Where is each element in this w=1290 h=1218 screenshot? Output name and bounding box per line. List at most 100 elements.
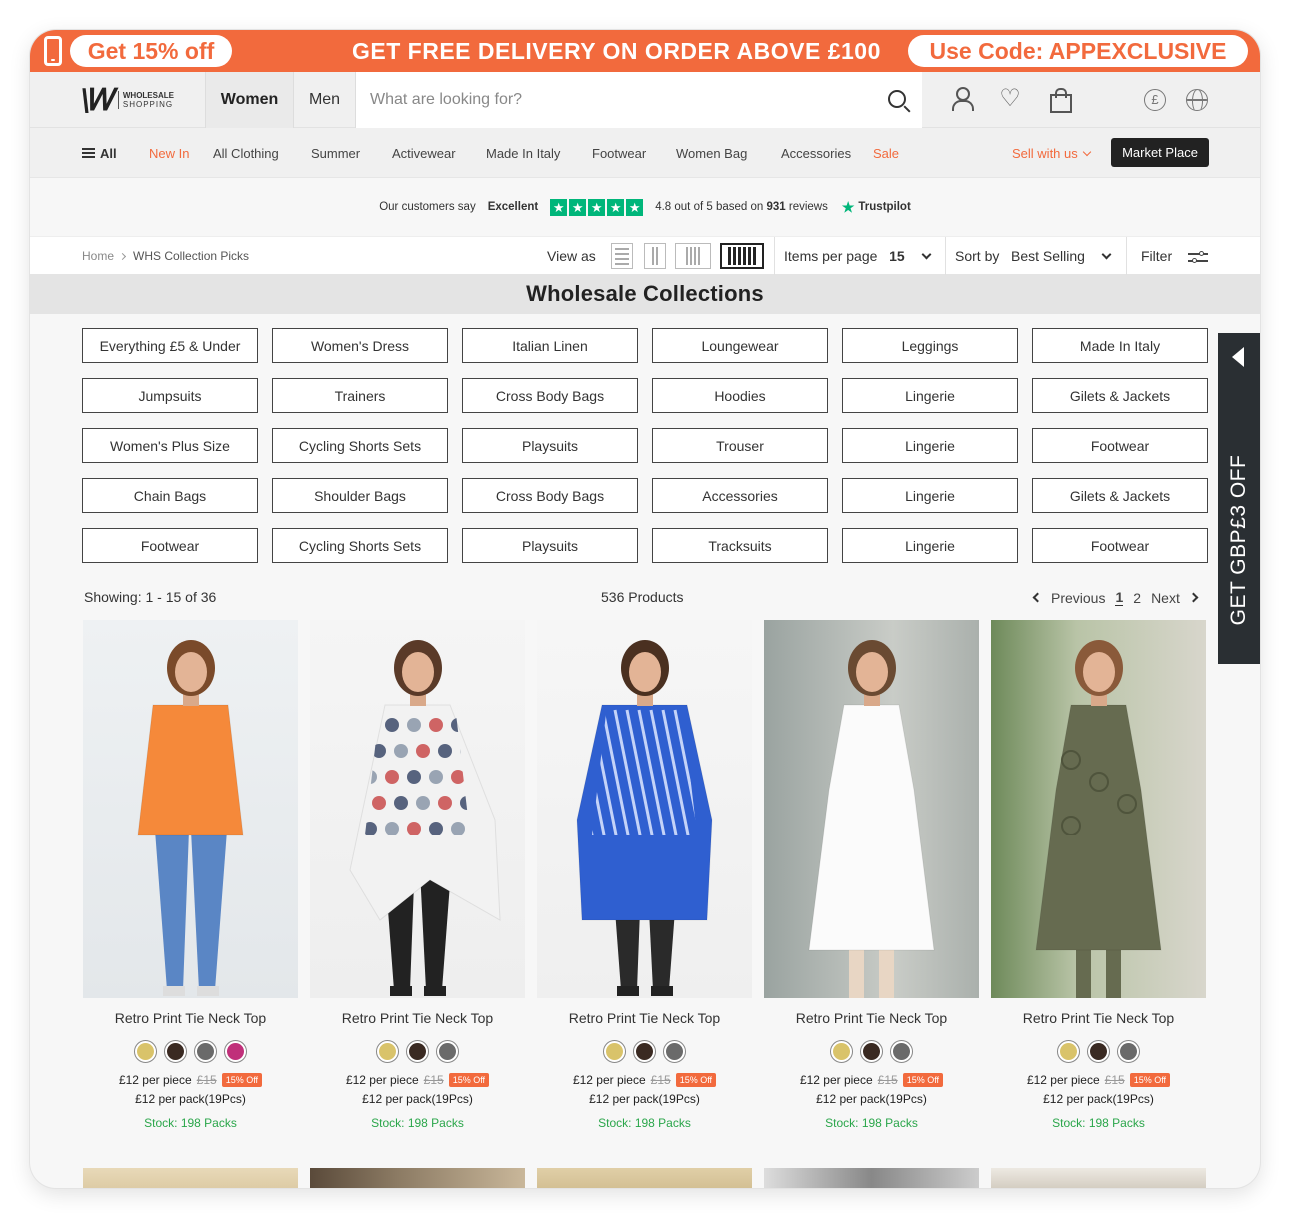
next-page-link[interactable]: Next <box>1151 590 1180 606</box>
product-title[interactable]: Retro Print Tie Neck Top <box>83 1010 298 1026</box>
search-input[interactable] <box>356 91 856 109</box>
collection-button[interactable]: Everything £5 & Under <box>82 328 258 363</box>
color-swatch[interactable] <box>194 1040 217 1063</box>
view-list-button[interactable] <box>611 243 633 269</box>
color-swatch[interactable] <box>890 1040 913 1063</box>
color-swatch[interactable] <box>1117 1040 1140 1063</box>
tab-women[interactable]: Women <box>205 72 293 128</box>
collection-button[interactable]: Footwear <box>82 528 258 563</box>
user-icon[interactable] <box>950 86 974 112</box>
product-title[interactable]: Retro Print Tie Neck Top <box>764 1010 979 1026</box>
product-image[interactable] <box>83 1168 298 1188</box>
market-place-button[interactable]: Market Place <box>1111 138 1209 167</box>
nav-item-women-bag[interactable]: Women Bag <box>676 128 747 178</box>
discount-side-tab[interactable]: GET GBP£3 OFF <box>1218 333 1260 664</box>
collection-button[interactable]: Accessories <box>652 478 828 513</box>
collection-button[interactable]: Footwear <box>1032 428 1208 463</box>
collection-button[interactable]: Lingerie <box>842 428 1018 463</box>
collection-button[interactable]: Gilets & Jackets <box>1032 378 1208 413</box>
trustpilot-strip[interactable]: Our customers say Excellent ★ ★ ★ ★ ★ 4.… <box>30 178 1260 236</box>
page-link-1[interactable]: 1 <box>1115 589 1124 606</box>
collection-button[interactable]: Tracksuits <box>652 528 828 563</box>
collection-button[interactable]: Cycling Shorts Sets <box>272 428 448 463</box>
color-swatch[interactable] <box>830 1040 853 1063</box>
collection-button[interactable]: Lingerie <box>842 478 1018 513</box>
collection-button[interactable]: Gilets & Jackets <box>1032 478 1208 513</box>
product-card[interactable]: Retro Print Tie Neck Top £12 per piece £… <box>310 620 525 1130</box>
nav-item-activewear[interactable]: Activewear <box>392 128 456 178</box>
collection-button[interactable]: Women's Plus Size <box>82 428 258 463</box>
product-image[interactable] <box>310 620 525 998</box>
collection-button[interactable]: Lingerie <box>842 378 1018 413</box>
promo-code-pill[interactable]: Use Code: APPEXCLUSIVE <box>908 35 1248 67</box>
collection-button[interactable]: Trouser <box>652 428 828 463</box>
collection-button[interactable]: Cross Body Bags <box>462 478 638 513</box>
discount-pill[interactable]: Get 15% off <box>70 35 232 67</box>
collection-button[interactable]: Playsuits <box>462 528 638 563</box>
search-icon[interactable] <box>888 90 906 108</box>
collection-button[interactable]: Trainers <box>272 378 448 413</box>
collection-button[interactable]: Playsuits <box>462 428 638 463</box>
color-swatch[interactable] <box>406 1040 429 1063</box>
color-swatch[interactable] <box>860 1040 883 1063</box>
heart-icon[interactable]: ♡ <box>998 86 1022 112</box>
color-swatch[interactable] <box>633 1040 656 1063</box>
nav-item-summer[interactable]: Summer <box>311 128 360 178</box>
product-title[interactable]: Retro Print Tie Neck Top <box>310 1010 525 1026</box>
filter-icon[interactable] <box>1188 251 1208 263</box>
product-image[interactable] <box>310 1168 525 1188</box>
product-image[interactable] <box>764 620 979 998</box>
tab-men[interactable]: Men <box>293 72 355 128</box>
collection-button[interactable]: Jumpsuits <box>82 378 258 413</box>
view-4col-button[interactable] <box>675 243 711 269</box>
product-card[interactable]: Retro Print Tie Neck Top £12 per piece £… <box>991 620 1206 1130</box>
product-card[interactable]: Retro Print Tie Neck Top £12 per piece £… <box>537 620 752 1130</box>
color-swatch[interactable] <box>663 1040 686 1063</box>
collection-button[interactable]: Italian Linen <box>462 328 638 363</box>
nav-item-made-in-italy[interactable]: Made In Italy <box>486 128 560 178</box>
bag-icon[interactable] <box>1048 86 1072 113</box>
collection-button[interactable]: Cycling Shorts Sets <box>272 528 448 563</box>
arrow-left-icon[interactable] <box>1232 347 1244 367</box>
collection-button[interactable]: Loungewear <box>652 328 828 363</box>
collection-button[interactable]: Women's Dress <box>272 328 448 363</box>
collection-button[interactable]: Hoodies <box>652 378 828 413</box>
previous-page-link[interactable]: Previous <box>1051 590 1105 606</box>
color-swatch[interactable] <box>224 1040 247 1063</box>
view-6col-button[interactable] <box>720 243 764 269</box>
nav-item-accessories[interactable]: Accessories <box>781 128 851 178</box>
site-logo[interactable]: \Ꮃ WHOLESALE SHOPPING <box>80 82 174 118</box>
color-swatch[interactable] <box>376 1040 399 1063</box>
color-swatch[interactable] <box>1087 1040 1110 1063</box>
product-card[interactable]: Retro Print Tie Neck Top £12 per piece £… <box>764 620 979 1130</box>
collection-button[interactable]: Footwear <box>1032 528 1208 563</box>
product-image[interactable] <box>537 1168 752 1188</box>
color-swatch[interactable] <box>164 1040 187 1063</box>
sort-by-select[interactable]: Sort by Best Selling <box>955 248 1112 264</box>
currency-icon[interactable]: £ <box>1144 89 1166 111</box>
collection-button[interactable]: Shoulder Bags <box>272 478 448 513</box>
view-2col-button[interactable] <box>644 243 666 269</box>
filter-label[interactable]: Filter <box>1141 248 1172 264</box>
collection-button[interactable]: Made In Italy <box>1032 328 1208 363</box>
product-image[interactable] <box>991 620 1206 998</box>
product-image[interactable] <box>991 1168 1206 1188</box>
breadcrumb-home[interactable]: Home <box>82 249 114 263</box>
chevron-right-icon[interactable] <box>1188 592 1199 603</box>
product-image[interactable] <box>83 620 298 998</box>
page-link-2[interactable]: 2 <box>1133 590 1141 606</box>
chevron-left-icon[interactable] <box>1032 592 1043 603</box>
color-swatch[interactable] <box>1057 1040 1080 1063</box>
product-title[interactable]: Retro Print Tie Neck Top <box>991 1010 1206 1026</box>
collection-button[interactable]: Leggings <box>842 328 1018 363</box>
product-image[interactable] <box>537 620 752 998</box>
color-swatch[interactable] <box>436 1040 459 1063</box>
items-per-page-select[interactable]: Items per page 15 <box>784 248 931 264</box>
collection-button[interactable]: Lingerie <box>842 528 1018 563</box>
product-card[interactable]: Retro Print Tie Neck Top £12 per piece £… <box>83 620 298 1130</box>
nav-item-new-in[interactable]: New In <box>149 128 189 178</box>
collection-button[interactable]: Chain Bags <box>82 478 258 513</box>
color-swatch[interactable] <box>134 1040 157 1063</box>
nav-item-all-clothing[interactable]: All Clothing <box>213 128 279 178</box>
product-image[interactable] <box>764 1168 979 1188</box>
